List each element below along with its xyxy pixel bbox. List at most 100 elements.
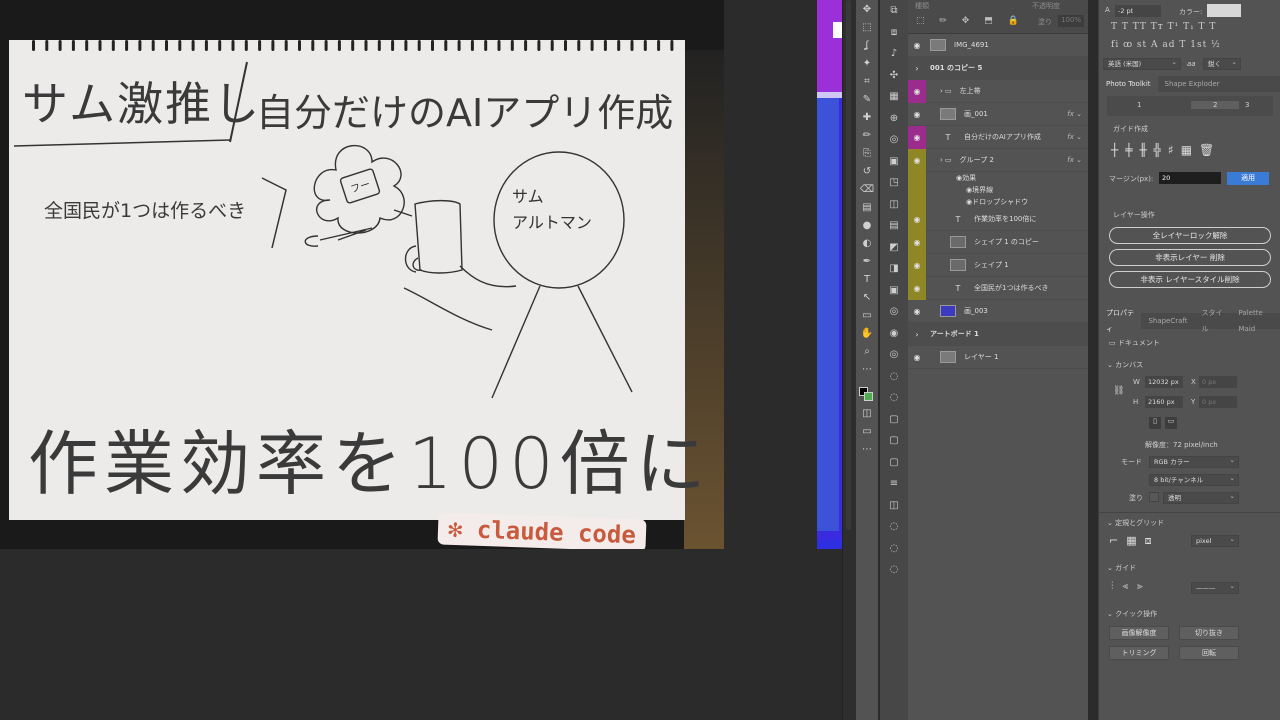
height-field[interactable]: 2160 px: [1145, 396, 1183, 408]
panel-shortcut-icon[interactable]: ▣: [880, 151, 908, 173]
type-style-buttons[interactable]: T T TT Tт T¹ T₁ T T: [1111, 22, 1216, 32]
panel-shortcut-icon[interactable]: ♪: [880, 43, 908, 65]
portrait-icon[interactable]: ▯: [1149, 417, 1161, 429]
crop-button[interactable]: 切り抜き: [1179, 626, 1239, 640]
quick-mask-icon[interactable]: ◫: [856, 404, 878, 422]
lasso-icon[interactable]: ʆ: [856, 36, 878, 54]
hand-icon[interactable]: ✋: [856, 324, 878, 342]
layer-fx-icon[interactable]: fx ⌄: [1067, 133, 1082, 141]
background-color-swatch[interactable]: [864, 392, 873, 401]
toolkit-tab[interactable]: Photo Toolkit: [1099, 76, 1158, 92]
scrollbar-thumb[interactable]: [846, 0, 851, 530]
lock-buttons[interactable]: ⬚ ✏ ✥ ⬒ 🔒: [916, 16, 1025, 26]
panel-shortcut-icon[interactable]: ◳: [880, 172, 908, 194]
pen-icon[interactable]: ✒: [856, 252, 878, 270]
crop-icon[interactable]: ⌗: [856, 72, 878, 90]
eyedropper-icon[interactable]: ✎: [856, 90, 878, 108]
visibility-eye-icon[interactable]: ◉: [908, 261, 926, 270]
language-dropdown[interactable]: 英語 (米国): [1103, 57, 1181, 70]
marquee-icon[interactable]: ⬚: [856, 18, 878, 36]
folder-icon[interactable]: › ▭: [940, 87, 952, 95]
layer-row[interactable]: ◉ シェイプ 1 のコピー: [908, 231, 1088, 254]
panel-shortcut-icon[interactable]: ⧈: [880, 22, 908, 44]
history-brush-icon[interactable]: ↺: [856, 162, 878, 180]
visibility-eye-icon[interactable]: ◉: [908, 87, 926, 96]
fill-swatch[interactable]: [1149, 492, 1159, 502]
panel-shortcut-icon[interactable]: ◫: [880, 495, 908, 517]
expand-chevron-icon[interactable]: ›: [908, 330, 926, 339]
canvas-fill-dropdown[interactable]: 透明: [1163, 491, 1239, 504]
panel-shortcut-icon[interactable]: ⊕: [880, 108, 908, 130]
rulers-grid-header[interactable]: ⌄ 定規とグリッド: [1107, 518, 1164, 528]
panel-shortcut-icon[interactable]: ✣: [880, 65, 908, 87]
layer-row[interactable]: ◉ › ▭ グループ 2 fx ⌄: [908, 149, 1088, 172]
properties-tab[interactable]: スタイル: [1195, 305, 1232, 337]
layer-row[interactable]: ◉ IMG_4691: [908, 34, 1088, 57]
guide-style-dropdown[interactable]: ———: [1191, 581, 1239, 594]
eraser-icon[interactable]: ⌫: [856, 180, 878, 198]
visibility-eye-icon[interactable]: ◉: [908, 41, 926, 50]
toolkit-tab-3[interactable]: 3: [1245, 101, 1249, 109]
layer-row[interactable]: ◉ 画_001 fx ⌄: [908, 103, 1088, 126]
guides-header[interactable]: ⌄ ガイド: [1107, 563, 1136, 573]
path-select-icon[interactable]: ↖: [856, 288, 878, 306]
blur-icon[interactable]: ●: [856, 216, 878, 234]
rotate-button[interactable]: 回転: [1179, 646, 1239, 660]
move-icon[interactable]: ✥: [856, 0, 878, 18]
properties-tab[interactable]: プロパティ: [1099, 305, 1142, 337]
link-icon[interactable]: ⛓: [1113, 386, 1124, 396]
panel-shortcut-icon[interactable]: ◌: [880, 538, 908, 560]
panel-shortcut-icon[interactable]: ▢: [880, 430, 908, 452]
panel-shortcut-icon[interactable]: ◫: [880, 194, 908, 216]
margin-input[interactable]: 20: [1159, 172, 1221, 184]
layer-row[interactable]: › アートボード 1: [908, 323, 1088, 346]
landscape-icon[interactable]: ▭: [1165, 417, 1177, 429]
toolkit-tab-2[interactable]: 2: [1191, 101, 1240, 109]
apply-button[interactable]: 適用: [1227, 172, 1269, 185]
antialias-dropdown[interactable]: 鋭く: [1203, 57, 1241, 70]
panel-shortcut-icon[interactable]: ◎: [880, 344, 908, 366]
document-canvas[interactable]: サム激推し 自分だけのAIアプリ作成 全国民が1つは作るべき フー サム アルト…: [0, 0, 856, 720]
guide-layout-buttons[interactable]: ┼╪╫╬♯▦🗑: [1111, 143, 1221, 157]
visibility-eye-icon[interactable]: ◉: [908, 353, 926, 362]
visibility-eye-icon[interactable]: ◉: [908, 215, 926, 224]
guide-toggle-icons[interactable]: ⫶⫷⫸: [1111, 581, 1152, 592]
baseline-shift-field[interactable]: -2 pt: [1115, 5, 1161, 17]
visibility-eye-icon[interactable]: ◉: [908, 238, 926, 247]
x-field[interactable]: 0 px: [1199, 376, 1237, 388]
panel-shortcut-icon[interactable]: ▣: [880, 280, 908, 302]
toolkit-tab-1[interactable]: 1: [1137, 101, 1141, 109]
layer-row[interactable]: ◉ T 自分だけのAIアプリ作成 fx ⌄: [908, 126, 1088, 149]
bit-depth-dropdown[interactable]: 8 bit/チャンネル: [1149, 473, 1239, 486]
visibility-eye-icon[interactable]: ◉: [908, 284, 926, 293]
magic-wand-icon[interactable]: ✦: [856, 54, 878, 72]
y-field[interactable]: 0 px: [1199, 396, 1237, 408]
unlock-all-layers-button[interactable]: 全レイヤーロック解除: [1109, 227, 1271, 244]
layer-row[interactable]: ◉ T 全国民が1つは作るべき: [908, 277, 1088, 300]
effects-row[interactable]: ◉ 効果: [908, 172, 1088, 184]
visibility-eye-icon[interactable]: ◉: [908, 307, 926, 316]
canvas-section-header[interactable]: ⌄ カンバス: [1107, 360, 1143, 370]
ruler-grid-toggle-icons[interactable]: ⌐▦⧈: [1109, 534, 1160, 548]
effect-item-row[interactable]: ◉ ドロップシャドウ: [908, 196, 1088, 208]
panel-shortcut-icon[interactable]: ◌: [880, 366, 908, 388]
panel-shortcut-icon[interactable]: ◉: [880, 323, 908, 345]
layer-row[interactable]: ◉ シェイプ 1: [908, 254, 1088, 277]
more-icon[interactable]: ⋯: [856, 360, 878, 378]
trim-button[interactable]: トリミング: [1109, 646, 1169, 660]
panel-shortcut-icon[interactable]: ◩: [880, 237, 908, 259]
layer-row[interactable]: ◉ レイヤー 1: [908, 346, 1088, 369]
quick-actions-header[interactable]: ⌄ クイック操作: [1107, 609, 1157, 619]
panel-shortcut-icon[interactable]: ▤: [880, 215, 908, 237]
panel-shortcut-icon[interactable]: ◌: [880, 516, 908, 538]
screen-mode-icon[interactable]: ▭: [856, 422, 878, 440]
adjacent-artboard-preview[interactable]: [817, 0, 842, 549]
dodge-icon[interactable]: ◐: [856, 234, 878, 252]
healing-icon[interactable]: ✚: [856, 108, 878, 126]
panel-shortcut-icon[interactable]: ◎: [880, 301, 908, 323]
folder-icon[interactable]: › ▭: [940, 156, 952, 164]
brush-icon[interactable]: ✏: [856, 126, 878, 144]
panel-shortcut-icon[interactable]: ◨: [880, 258, 908, 280]
layer-row[interactable]: ◉ › ▭ 左上帯: [908, 80, 1088, 103]
visibility-eye-icon[interactable]: ◉: [908, 110, 926, 119]
